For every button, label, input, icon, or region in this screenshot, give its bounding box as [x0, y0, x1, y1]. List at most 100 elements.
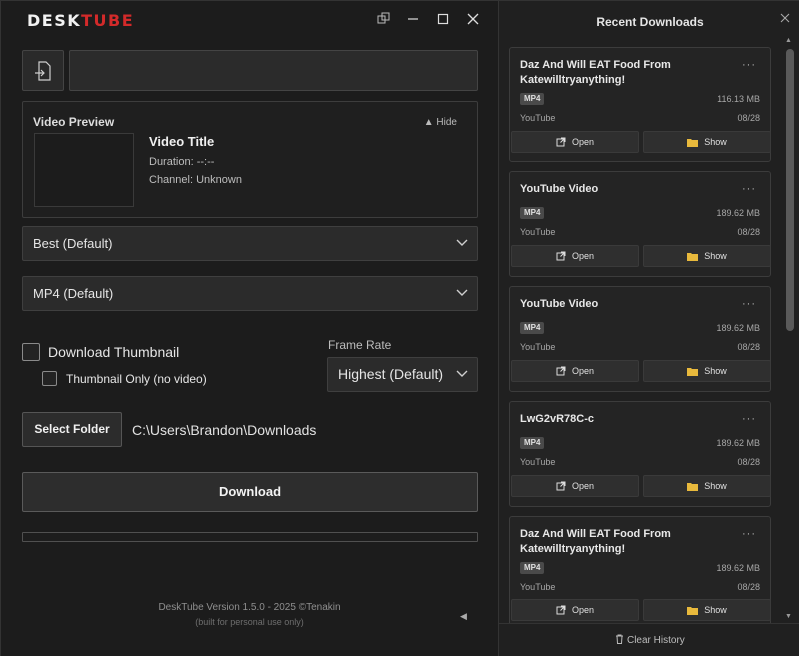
video-preview-panel: Video Preview ▲ Hide Video Title Duratio…: [22, 101, 478, 218]
version-text: DeskTube Version 1.5.0 - 2025 ©Tenakin: [158, 602, 341, 613]
recent-downloads-panel: Recent Downloads Daz And Will EAT Food F…: [498, 1, 799, 656]
more-options-icon[interactable]: ···: [742, 298, 756, 310]
frame-rate-select[interactable]: Highest (Default): [327, 357, 478, 392]
close-icon[interactable]: [462, 9, 484, 31]
more-options-icon[interactable]: ···: [742, 413, 756, 425]
open-button[interactable]: Open: [511, 599, 639, 621]
open-button[interactable]: Open: [511, 131, 639, 153]
format-badge: MP4: [520, 207, 545, 219]
download-date: 08/28: [737, 227, 760, 237]
show-in-folder-button[interactable]: Show: [643, 475, 771, 497]
download-title: YouTube Video: [520, 183, 599, 195]
hide-preview-button[interactable]: ▲ Hide: [424, 117, 457, 128]
scroll-down-icon[interactable]: ▼: [785, 613, 792, 620]
quality-select[interactable]: Best (Default): [22, 226, 478, 261]
download-source: YouTube: [520, 457, 556, 467]
download-title: LwG2vR78C-c: [520, 413, 594, 425]
close-panel-icon[interactable]: [780, 11, 790, 26]
folder-icon: [687, 252, 699, 261]
show-in-folder-button[interactable]: Show: [643, 599, 771, 621]
minimize-icon[interactable]: [402, 9, 424, 31]
scroll-thumb[interactable]: [786, 49, 794, 331]
folder-icon: [687, 138, 699, 147]
download-card: YouTube Video ··· MP4 189.62 MB YouTube …: [509, 286, 771, 392]
open-button[interactable]: Open: [511, 360, 639, 382]
file-size: 116.13 MB: [717, 94, 760, 104]
more-options-icon[interactable]: ···: [742, 183, 756, 195]
url-input[interactable]: [69, 50, 478, 91]
download-thumbnail-checkbox[interactable]: [22, 343, 40, 361]
video-channel: Channel: Unknown: [149, 174, 242, 186]
video-thumbnail: [34, 133, 134, 207]
download-date: 08/28: [737, 113, 760, 123]
download-source: YouTube: [520, 227, 556, 237]
more-options-icon[interactable]: ···: [742, 59, 756, 71]
clear-history-button[interactable]: Clear History: [499, 634, 799, 646]
show-in-folder-button[interactable]: Show: [643, 131, 771, 153]
external-link-icon: [556, 366, 566, 376]
download-source: YouTube: [520, 582, 556, 592]
app-window: DESKTUBE Video Preview ▲ Hide Video Titl…: [0, 0, 799, 656]
file-size: 189.62 MB: [716, 438, 760, 448]
personal-use-note: (built for personal use only): [195, 617, 304, 627]
download-title: Daz And Will EAT Food From Katewilltryan…: [520, 59, 671, 86]
recent-downloads-title: Recent Downloads: [596, 15, 704, 29]
folder-path: C:\Users\Brandon\Downloads: [132, 422, 317, 438]
download-date: 08/28: [737, 457, 760, 467]
caret-up-icon: ▲: [423, 117, 434, 128]
select-folder-button[interactable]: Select Folder: [22, 412, 122, 447]
download-card: Daz And Will EAT Food From Katewilltryan…: [509, 47, 771, 162]
scroll-up-icon[interactable]: ▲: [785, 37, 792, 44]
format-badge: MP4: [520, 562, 545, 574]
chevron-down-icon: [456, 289, 468, 296]
more-options-icon[interactable]: ···: [742, 528, 756, 540]
download-title: Daz And Will EAT Food From Katewilltryan…: [520, 528, 671, 555]
trash-icon: [616, 634, 624, 644]
file-size: 189.62 MB: [716, 208, 760, 218]
file-size: 189.62 MB: [716, 563, 760, 573]
chevron-down-icon: [456, 239, 468, 246]
download-card: LwG2vR78C-c ··· MP4 189.62 MB YouTube 08…: [509, 401, 771, 507]
download-source: YouTube: [520, 113, 556, 123]
external-link-icon: [556, 251, 566, 261]
download-date: 08/28: [737, 582, 760, 592]
open-button[interactable]: Open: [511, 475, 639, 497]
frame-rate-label: Frame Rate: [328, 338, 392, 352]
video-duration: Duration: --:--: [149, 156, 215, 168]
download-source: YouTube: [520, 342, 556, 352]
recent-downloads-footer: Clear History: [499, 623, 799, 656]
thumbnail-only-checkbox[interactable]: [42, 371, 57, 386]
recent-downloads-list: Daz And Will EAT Food From Katewilltryan…: [499, 39, 799, 623]
format-badge: MP4: [520, 322, 545, 334]
folder-icon: [687, 482, 699, 491]
main-panel: DESKTUBE Video Preview ▲ Hide Video Titl…: [1, 1, 498, 656]
video-preview-heading: Video Preview: [33, 115, 115, 129]
download-thumbnail-label: Download Thumbnail: [48, 344, 180, 360]
show-in-folder-button[interactable]: Show: [643, 245, 771, 267]
video-title: Video Title: [149, 134, 215, 149]
download-title: YouTube Video: [520, 298, 599, 310]
import-file-button[interactable]: [22, 50, 64, 91]
download-card: YouTube Video ··· MP4 189.62 MB YouTube …: [509, 171, 771, 277]
chevron-down-icon: [456, 370, 468, 377]
format-select[interactable]: MP4 (Default): [22, 276, 478, 311]
toggle-panel-icon[interactable]: ◀: [460, 611, 467, 622]
frame-rate-select-value: Highest (Default): [338, 366, 444, 382]
download-date: 08/28: [737, 342, 760, 352]
folder-icon: [687, 367, 699, 376]
download-button[interactable]: Download: [22, 472, 478, 512]
quality-select-value: Best (Default): [33, 236, 113, 251]
app-logo: DESKTUBE: [27, 11, 135, 30]
format-badge: MP4: [520, 437, 545, 449]
download-card: Daz And Will EAT Food From Katewilltryan…: [509, 516, 771, 623]
open-button[interactable]: Open: [511, 245, 639, 267]
thumbnail-only-label: Thumbnail Only (no video): [66, 372, 207, 386]
recent-downloads-scrollbar[interactable]: ▲ ▼: [783, 37, 795, 623]
external-link-icon: [556, 605, 566, 615]
file-import-icon: [35, 60, 51, 81]
maximize-icon[interactable]: [432, 9, 454, 31]
file-size: 189.62 MB: [716, 323, 760, 333]
snap-icon[interactable]: [372, 9, 394, 31]
show-in-folder-button[interactable]: Show: [643, 360, 771, 382]
download-progress-bar: [22, 532, 478, 542]
